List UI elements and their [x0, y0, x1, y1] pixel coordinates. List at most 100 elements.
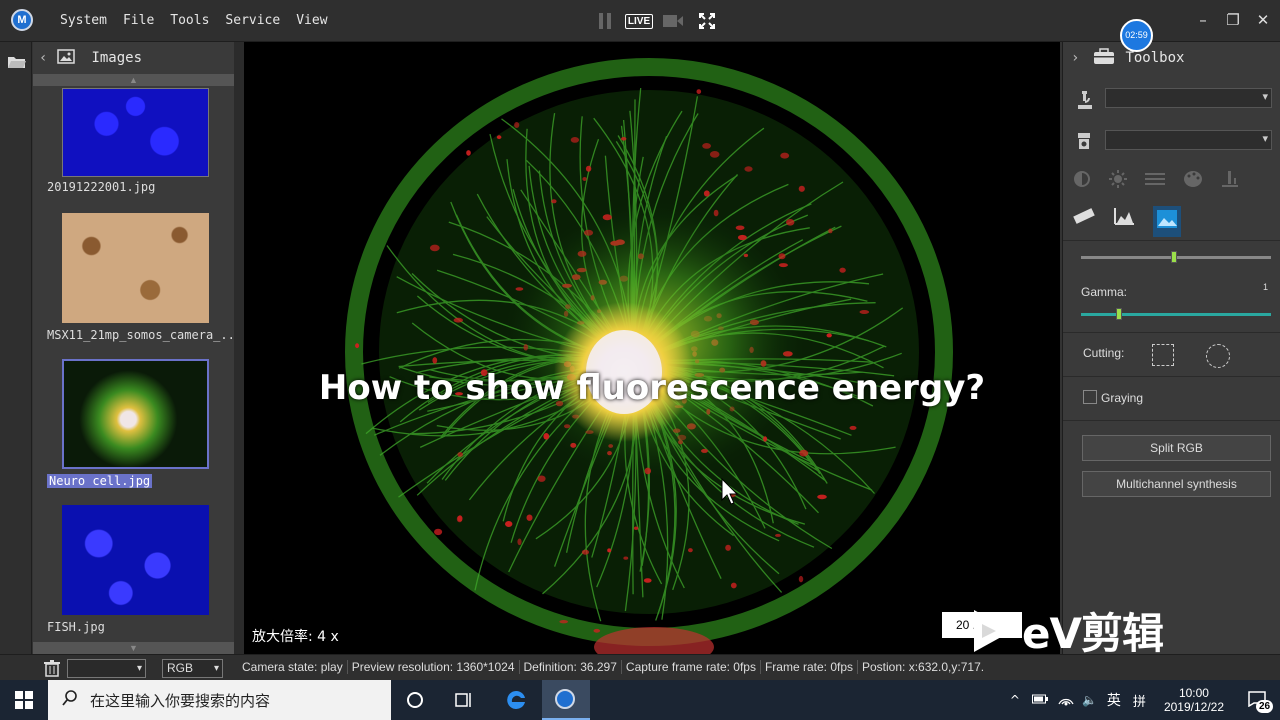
windows-taskbar: 在这里输入你要搜索的内容 ^ 🔈 英 拼 10:00 2019/12/22 26 [0, 680, 1280, 720]
divider [1063, 240, 1280, 241]
clock-time: 10:00 [1178, 686, 1209, 700]
minimize-button[interactable]: – [1196, 11, 1210, 29]
image-icon [57, 48, 76, 68]
collapse-left-icon[interactable]: ‹ [39, 50, 47, 66]
rect-select-icon[interactable] [1152, 344, 1174, 366]
gamma-value: 1 [1263, 282, 1269, 292]
search-placeholder: 在这里输入你要搜索的内容 [90, 691, 271, 710]
ellipse-select-icon[interactable] [1206, 344, 1230, 368]
graying-checkbox[interactable] [1083, 390, 1097, 404]
thumbnail-label[interactable]: 20191222001.jpg [47, 180, 155, 194]
recording-timer: 02:59 [1120, 19, 1153, 52]
images-panel: ‹ Images ▲ 20191222001.jpg MSX11_21mp_so… [33, 42, 234, 654]
menu-view[interactable]: View [288, 13, 335, 28]
brightness-icon[interactable] [1109, 170, 1127, 193]
split-rgb-button[interactable]: Split RGB [1082, 435, 1271, 461]
thumbnail-image[interactable] [62, 505, 209, 615]
divider [1063, 376, 1280, 377]
thumbnail-image[interactable] [62, 213, 209, 323]
thumbnail-image[interactable] [62, 88, 209, 177]
splitter[interactable] [234, 42, 244, 654]
app-logo-icon [555, 689, 575, 709]
task-view-icon[interactable] [455, 691, 473, 714]
windows-start-icon[interactable] [15, 691, 33, 714]
status-info: Camera state: play Preview resolution: 1… [238, 660, 988, 674]
image-filter-select[interactable] [67, 659, 146, 678]
brightness-slider[interactable] [1081, 251, 1271, 263]
image-adjust-icon[interactable] [1153, 206, 1181, 237]
thumbnail-image[interactable] [62, 359, 209, 469]
definition: Definition: 36.297 [520, 660, 622, 674]
caption-overlay: How to show fluorescence energy? [318, 368, 986, 408]
images-panel-title: Images [91, 50, 143, 66]
live-button[interactable]: LIVE [624, 10, 654, 32]
taskbar-app-active[interactable] [542, 680, 590, 720]
cursor-position: Postion: x:632.0,y:717. [862, 660, 985, 674]
left-strip [0, 42, 32, 654]
toolbox-icon [1093, 47, 1115, 69]
record-video-icon[interactable] [662, 10, 684, 32]
magnification-label: 放大倍率: 4 x [252, 629, 339, 645]
gamma-slider[interactable] [1081, 308, 1271, 320]
graying-label: Graying [1101, 391, 1144, 405]
volume-icon[interactable]: 🔈 [1082, 693, 1097, 707]
images-panel-header: ‹ Images [33, 42, 234, 74]
maximize-button[interactable]: ❐ [1226, 11, 1240, 29]
thumbnail-list: 20191222001.jpg MSX11_21mp_somos_camera_… [33, 88, 234, 642]
clock[interactable]: 10:00 2019/12/22 [1164, 686, 1224, 714]
fullscreen-icon[interactable] [696, 10, 718, 32]
thumbnail-label[interactable]: FISH.jpg [47, 620, 105, 634]
preview-resolution: Preview resolution: 1360*1024 [348, 660, 520, 674]
folder-open-icon[interactable] [7, 54, 27, 75]
slider-knob[interactable] [1171, 251, 1178, 263]
taskbar-search-box[interactable]: 在这里输入你要搜索的内容 [48, 680, 391, 720]
watermark: eV剪辑 [968, 600, 1164, 661]
camera-state: Camera state: play [238, 660, 348, 674]
tray-overflow-icon[interactable]: ^ [1010, 693, 1020, 707]
notification-badge: 26 [1256, 700, 1274, 713]
threshold-icon[interactable] [1221, 170, 1239, 193]
menu-system[interactable]: System [52, 13, 115, 28]
toolbox-title: Toolbox [1125, 50, 1185, 66]
close-button[interactable]: ✕ [1256, 11, 1270, 29]
capture-controls: LIVE [594, 10, 718, 32]
scroll-up-button[interactable]: ▲ [33, 74, 234, 86]
menu-tools[interactable]: Tools [162, 13, 217, 28]
clock-date: 2019/12/22 [1163, 700, 1224, 714]
ruler-icon[interactable] [1073, 206, 1095, 237]
frame-rate: Frame rate: 0fps [761, 660, 858, 674]
window-controls: – ❐ ✕ [1196, 11, 1270, 29]
objective-dropdown[interactable] [1105, 88, 1272, 108]
edge-browser-icon[interactable] [505, 689, 527, 716]
cortana-icon[interactable] [407, 692, 423, 708]
camera-dropdown[interactable] [1105, 130, 1272, 150]
menu-file[interactable]: File [115, 13, 162, 28]
multichannel-synthesis-button[interactable]: Multichannel synthesis [1082, 471, 1271, 497]
input-method-icon[interactable]: 拼 [1133, 691, 1146, 710]
menu-service[interactable]: Service [217, 13, 288, 28]
scroll-down-button[interactable]: ▼ [33, 642, 234, 654]
palette-icon[interactable] [1183, 170, 1203, 193]
thumbnail-label[interactable]: MSX11_21mp_somos_camera_.. [47, 328, 234, 342]
battery-icon[interactable] [1031, 693, 1048, 707]
capture-frame-rate: Capture frame rate: 0fps [622, 660, 761, 674]
thumbnail-label-selected[interactable]: Neuro cell.jpg [47, 474, 153, 488]
trash-icon[interactable] [44, 660, 60, 682]
contrast-icon[interactable] [1073, 170, 1091, 193]
pause-icon[interactable] [594, 10, 616, 32]
play-logo-icon [974, 609, 1012, 652]
wifi-icon[interactable] [1058, 692, 1074, 709]
collapse-right-icon[interactable]: › [1071, 50, 1079, 66]
mouse-cursor-icon [721, 478, 739, 505]
channel-select[interactable]: RGB [162, 659, 223, 678]
search-icon [62, 689, 78, 711]
image-viewer[interactable]: How to show fluorescence energy? 放大倍率: 4… [244, 42, 1060, 654]
cutting-label: Cutting: [1083, 346, 1125, 360]
histogram-icon[interactable] [1113, 206, 1135, 237]
ime-language[interactable]: 英 [1107, 690, 1121, 710]
gamma-label: Gamma: [1081, 285, 1128, 299]
menu-bar: System File Tools Service View [52, 13, 336, 28]
levels-icon[interactable] [1145, 170, 1165, 193]
slider-knob[interactable] [1116, 308, 1122, 320]
notification-center[interactable]: 26 [1240, 680, 1280, 720]
